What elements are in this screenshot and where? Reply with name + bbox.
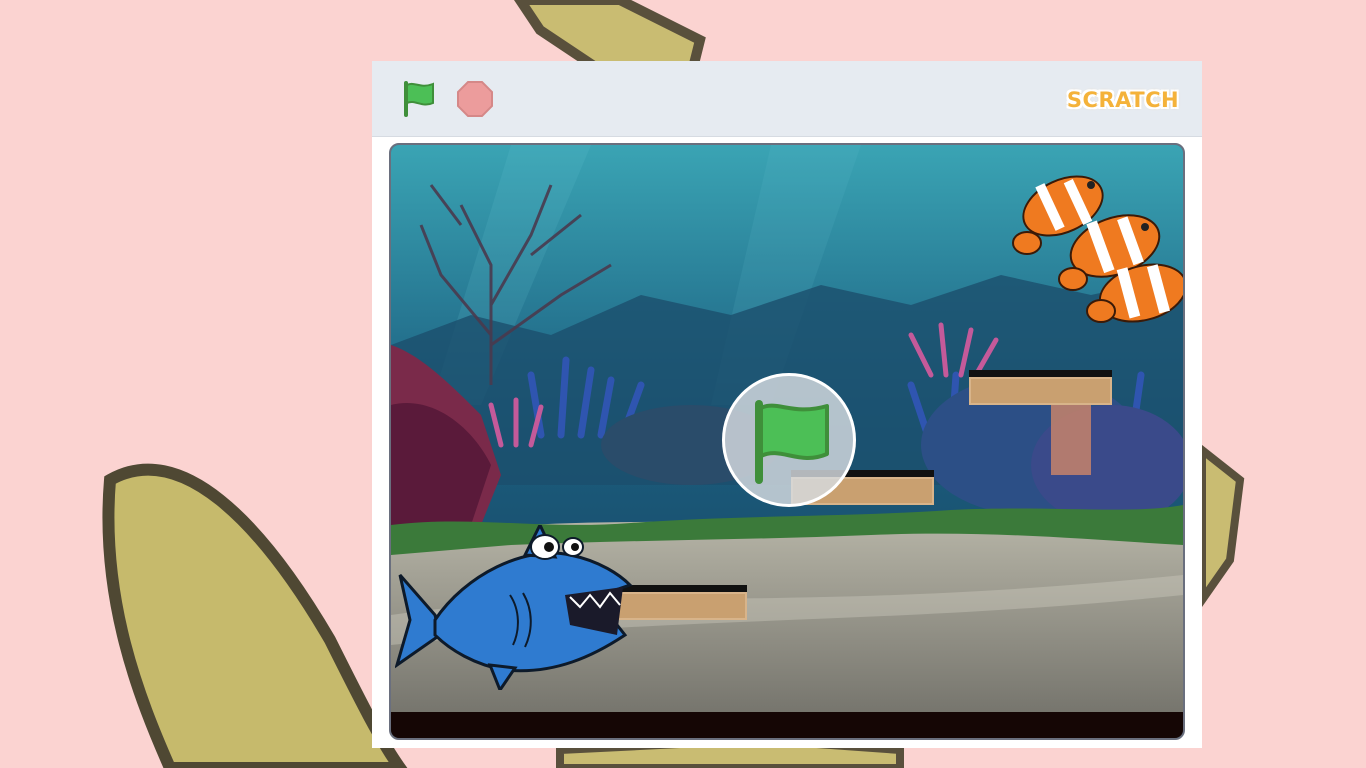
green-flag-button[interactable]	[400, 79, 440, 119]
player-controls-bar: SCRATCH	[372, 61, 1202, 137]
green-flag-icon	[404, 81, 434, 117]
stop-sign-icon	[457, 81, 493, 117]
scratch-player: SCRATCH	[372, 61, 1202, 748]
platform-top-right	[969, 370, 1112, 405]
start-overlay-button[interactable]	[722, 373, 856, 507]
shark-sprite[interactable]	[395, 525, 635, 690]
clownfish-sprite[interactable]	[1003, 151, 1183, 336]
stage-bottom-bar	[391, 712, 1183, 738]
green-flag-icon	[755, 400, 829, 484]
game-stage[interactable]	[389, 143, 1185, 740]
stop-button[interactable]	[456, 80, 494, 118]
scratch-logo[interactable]: SCRATCH	[1064, 79, 1182, 121]
scratch-logo-text: SCRATCH	[1066, 88, 1180, 112]
